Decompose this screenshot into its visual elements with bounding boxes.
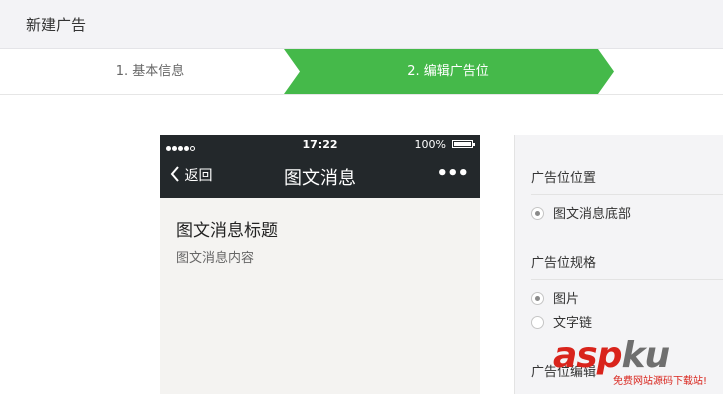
position-option-bottom[interactable]: 图文消息底部: [531, 203, 631, 222]
option-label: 图文消息底部: [553, 207, 632, 222]
status-bar: 17:22 100%: [160, 135, 480, 153]
battery-percent: 100%: [414, 138, 446, 151]
spec-section-title: 广告位规格: [531, 256, 597, 271]
radio-unchecked-icon[interactable]: [531, 316, 544, 329]
more-icon[interactable]: •••: [436, 163, 469, 184]
divider: [531, 279, 723, 280]
radio-checked-icon[interactable]: [531, 292, 544, 305]
option-label: 文字链: [553, 316, 593, 331]
watermark-subtitle: 免费网站源码下载站!: [613, 376, 708, 387]
phone-nav-title: 图文消息: [284, 168, 356, 189]
watermark-logo: aspku 免费网站源码下载站!: [553, 335, 708, 388]
spec-option-image[interactable]: 图片: [531, 288, 579, 307]
divider: [531, 194, 723, 195]
spec-option-text-link[interactable]: 文字链: [531, 312, 592, 331]
step-progress-bar: 1. 基本信息 2. 编辑广告位: [0, 49, 723, 95]
battery-icon: [452, 140, 475, 148]
option-label: 图片: [553, 292, 580, 307]
step-edit-ad-slot[interactable]: 2. 编辑广告位: [300, 49, 596, 94]
phone-nav-bar: 返回 图文消息 •••: [160, 153, 480, 198]
message-body: 图文消息内容: [176, 251, 255, 266]
watermark-logo-text: aspku: [553, 335, 670, 376]
radio-checked-icon[interactable]: [531, 207, 544, 220]
message-title: 图文消息标题: [176, 221, 278, 241]
page-header: 新建广告: [0, 0, 723, 49]
step-basic-info[interactable]: 1. 基本信息: [0, 49, 300, 94]
phone-preview: 17:22 100% 返回 图文消息 ••• 图文消息标题 图文消息内容: [160, 135, 480, 394]
position-section-title: 广告位位置: [531, 171, 597, 186]
phone-top-bar: 17:22 100% 返回 图文消息 •••: [160, 135, 480, 198]
page-title: 新建广告: [26, 16, 87, 34]
